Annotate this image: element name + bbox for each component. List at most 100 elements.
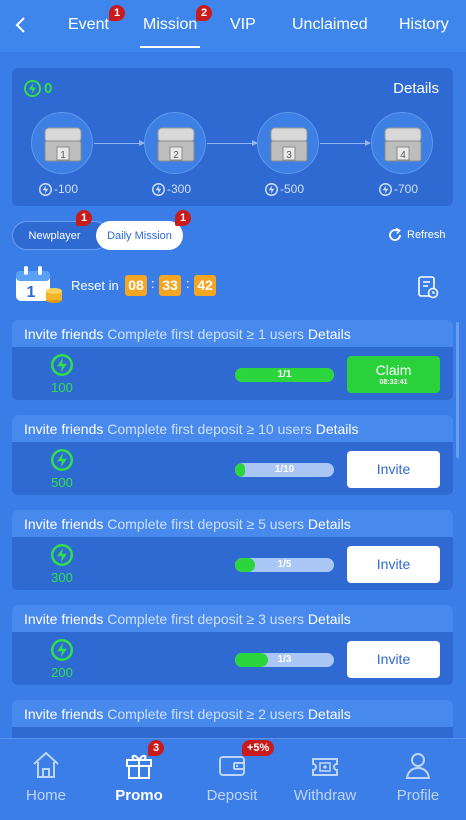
event-badge: 1	[109, 5, 126, 21]
timer-colon: :	[186, 276, 190, 291]
treasure-chest-icon: 4	[384, 127, 422, 162]
nav-home-label: Home	[25, 787, 66, 804]
nav-withdraw-label: Withdraw	[293, 787, 357, 804]
tab-newplayer[interactable]: Newplayer	[12, 221, 109, 250]
invite-button[interactable]: Invite	[347, 451, 440, 488]
profile-icon	[405, 753, 431, 779]
mission-description: Complete first deposit ≥ 5 users	[107, 516, 305, 532]
mission-reward: 300	[51, 570, 73, 585]
mission-card: Invite friends Complete first deposit ≥ …	[12, 320, 453, 400]
invite-button[interactable]: Invite	[347, 546, 440, 583]
tab-history[interactable]: History	[399, 16, 449, 34]
newplayer-label: Newplayer	[28, 229, 81, 242]
nav-profile[interactable]: Profile	[378, 749, 458, 804]
energy-balance: 0	[24, 80, 52, 97]
nav-home[interactable]: Home	[6, 749, 86, 804]
nav-deposit[interactable]: Deposit	[192, 749, 272, 804]
bottom-nav: Home Promo 3 Deposit +5% Withdraw Profil…	[0, 738, 466, 820]
mission-description: Complete first deposit ≥ 1 users	[107, 326, 305, 342]
top-nav: Event 1 Mission 2 VIP Unclaimed History	[0, 0, 466, 52]
mission-description: Complete first deposit ≥ 3 users	[107, 611, 305, 627]
mission-details-link[interactable]: Details	[308, 611, 351, 627]
promo-badge: 3	[148, 740, 165, 756]
mission-type: Invite friends	[24, 516, 104, 532]
chest-panel: 0 Details 1 2 3 4 -100 -300 -500 -700	[12, 68, 453, 206]
chest-arrow	[320, 140, 371, 146]
chest-cost-1: -100	[39, 182, 78, 196]
energy-icon	[51, 449, 73, 471]
tab-vip[interactable]: VIP	[230, 16, 256, 34]
mission-details-link[interactable]: Details	[316, 421, 359, 437]
deposit-badge: +5%	[242, 740, 275, 756]
record-history-icon[interactable]	[417, 275, 439, 299]
claim-countdown: 08:33:41	[379, 379, 408, 386]
refresh-button[interactable]: Refresh	[386, 226, 446, 244]
mission-details-link[interactable]: Details	[308, 326, 351, 342]
timer-seconds: 42	[194, 275, 216, 296]
timer-minutes: 33	[159, 275, 181, 296]
progress-text: 1/5	[277, 559, 292, 570]
invite-button[interactable]: Invite	[347, 641, 440, 678]
chest-arrow	[94, 140, 145, 146]
nav-profile-label: Profile	[396, 787, 440, 804]
back-arrow-icon[interactable]	[10, 14, 32, 36]
tab-event[interactable]: Event	[68, 16, 109, 34]
energy-icon	[152, 182, 165, 196]
chest-number: 1	[60, 150, 66, 161]
progress-text: 1/3	[277, 654, 292, 665]
mission-details-link[interactable]: Details	[308, 516, 351, 532]
chest-4[interactable]: 4	[371, 112, 433, 174]
treasure-chest-icon: 3	[270, 127, 308, 162]
chest-cost-4: -700	[379, 182, 418, 196]
progress-text: 1/10	[274, 464, 295, 475]
withdraw-icon	[312, 758, 338, 776]
daily-mission-label: Daily Mission	[107, 229, 172, 242]
mission-header: Invite friends Complete first deposit ≥ …	[12, 700, 453, 727]
mission-reward: 200	[51, 665, 73, 680]
energy-icon	[265, 182, 278, 196]
calendar-icon: 1	[16, 266, 62, 303]
mission-card: Invite friends Complete first deposit ≥ …	[12, 605, 453, 685]
energy-icon	[51, 639, 73, 661]
chest-cost-value: -500	[280, 182, 305, 196]
mission-card: Invite friends Complete first deposit ≥ …	[12, 415, 453, 495]
chest-cost-value: -700	[394, 182, 419, 196]
refresh-icon	[389, 227, 401, 241]
chest-details-link[interactable]: Details	[393, 80, 439, 97]
reset-label: Reset in	[71, 278, 119, 293]
mission-details-link[interactable]: Details	[308, 706, 351, 722]
mission-header: Invite friends Complete first deposit ≥ …	[12, 415, 453, 442]
chest-cost-value: -300	[167, 182, 192, 196]
progress-bar: 1/10	[235, 463, 334, 477]
chest-cost-value: -100	[54, 182, 79, 196]
mission-description: Complete first deposit ≥ 2 users	[107, 706, 305, 722]
mission-type: Invite friends	[24, 611, 104, 627]
mission-header: Invite friends Complete first deposit ≥ …	[12, 605, 453, 632]
nav-promo[interactable]: Promo	[99, 749, 179, 804]
chest-number: 4	[400, 150, 406, 161]
tab-mission[interactable]: Mission	[139, 16, 201, 48]
chest-cost-2: -300	[152, 182, 191, 196]
claim-label: Claim	[375, 362, 412, 378]
chest-3[interactable]: 3	[257, 112, 319, 174]
timer-hours: 08	[125, 275, 147, 296]
nav-promo-label: Promo	[115, 787, 163, 804]
mission-card: Invite friends Complete first deposit ≥ …	[12, 510, 453, 590]
tab-daily-mission[interactable]: Daily Mission	[96, 221, 183, 250]
chest-arrow	[207, 140, 258, 146]
mission-type: Invite friends	[24, 421, 104, 437]
claim-button[interactable]: Claim 08:33:41	[347, 356, 440, 393]
tab-unclaimed[interactable]: Unclaimed	[292, 16, 368, 34]
scrollbar-thumb[interactable]	[456, 322, 459, 458]
energy-balance-value: 0	[44, 80, 53, 97]
mission-header: Invite friends Complete first deposit ≥ …	[12, 320, 453, 347]
progress-bar: 1/3	[235, 653, 334, 667]
chest-1[interactable]: 1	[31, 112, 93, 174]
chest-number: 2	[173, 150, 179, 161]
home-icon	[33, 751, 59, 778]
chest-2[interactable]: 2	[144, 112, 206, 174]
chest-number: 3	[286, 150, 292, 161]
nav-withdraw[interactable]: Withdraw	[285, 749, 365, 804]
svg-text:1: 1	[27, 284, 36, 301]
newplayer-badge: 1	[76, 210, 93, 226]
